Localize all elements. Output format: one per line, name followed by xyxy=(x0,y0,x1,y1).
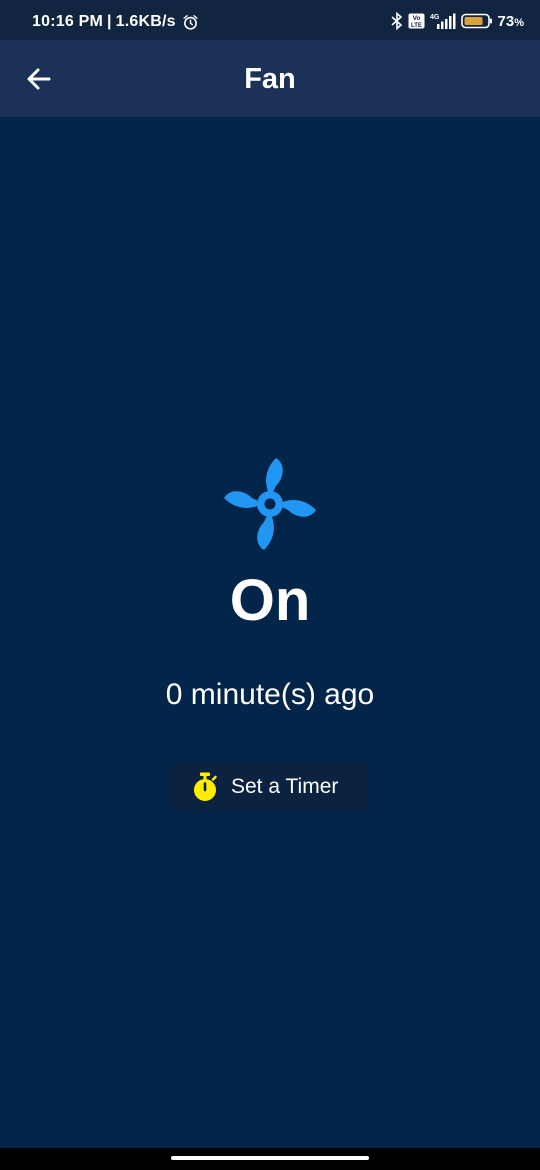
battery-percent-symbol: % xyxy=(514,16,524,29)
status-right: Vo LTE 4G 73% xyxy=(386,12,524,30)
page-title: Fan xyxy=(244,63,296,95)
status-bar: 10:16 PM | 1.6KB/s Vo LTE 4G 73% xyxy=(0,0,540,40)
bluetooth-icon xyxy=(390,12,402,30)
network-type-label: 4G xyxy=(430,14,440,21)
signal-icon: 4G xyxy=(430,13,456,29)
volte-icon: Vo LTE xyxy=(408,13,425,29)
alarm-icon xyxy=(183,14,198,30)
system-nav-bar xyxy=(0,1148,540,1170)
app-bar: Fan xyxy=(0,40,540,117)
status-separator: | xyxy=(106,13,112,30)
status-left: 10:16 PM | 1.6KB/s xyxy=(32,13,199,31)
set-timer-button[interactable]: Set a Timer xyxy=(172,763,368,811)
stopwatch-icon xyxy=(194,772,217,801)
battery-percent: 73% xyxy=(498,13,524,30)
battery-percent-value: 73 xyxy=(497,12,515,30)
fan-icon[interactable] xyxy=(221,456,319,552)
svg-text:Vo: Vo xyxy=(412,15,420,22)
set-timer-label: Set a Timer xyxy=(231,775,339,798)
home-indicator[interactable] xyxy=(171,1156,369,1160)
svg-text:LTE: LTE xyxy=(411,23,422,29)
battery-icon xyxy=(460,13,492,29)
status-network-speed: 1.6KB/s xyxy=(115,13,176,30)
device-state: On xyxy=(229,568,311,633)
last-changed-text: 0 minute(s) ago xyxy=(165,678,375,711)
status-time: 10:16 PM xyxy=(32,13,103,30)
